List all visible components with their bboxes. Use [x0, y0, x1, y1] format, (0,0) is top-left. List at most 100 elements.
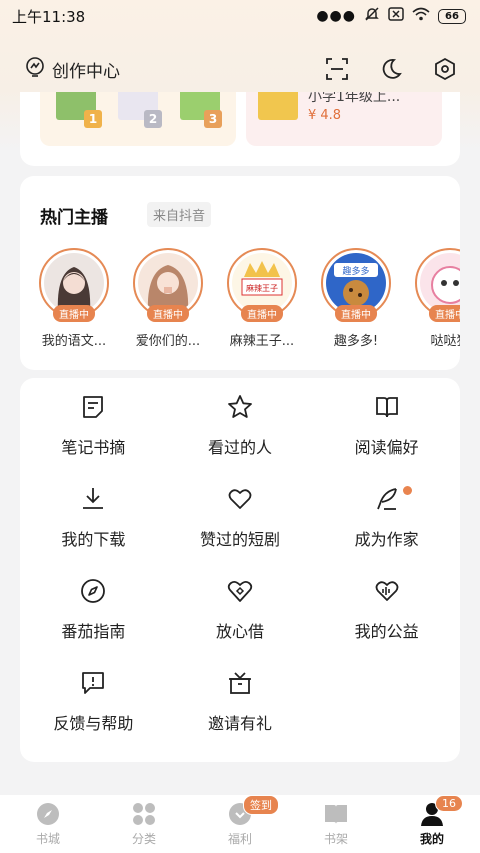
tab-label: 福利 [227, 832, 252, 846]
status-icons: ●●● 66 [316, 6, 466, 26]
live-badge: 直播中 [241, 305, 283, 322]
grid-icon [131, 801, 157, 827]
feature-become-writer[interactable]: 成为作家 [313, 486, 460, 549]
anchor-item[interactable]: 直播中 我的语文... [38, 248, 110, 349]
avatar: 麻辣王子 [232, 253, 292, 313]
more-dots-icon: ●●● [316, 8, 356, 24]
hot-anchors-card: 热门主播 来自抖音 直播中 我的语文... 直播中 爱你们的... 麻辣王子 直… [20, 176, 460, 370]
bulb-icon [24, 56, 46, 83]
rank-tag: 3 [204, 110, 222, 128]
top-header: 创作中心 [0, 48, 480, 90]
rank-tag: 1 [84, 110, 102, 128]
tab-mine[interactable]: 16 我的 [397, 795, 467, 847]
mute-bell-icon [364, 6, 380, 26]
settings-icon[interactable] [432, 56, 458, 82]
night-mode-icon[interactable] [378, 56, 404, 82]
feature-grid: 笔记书摘 看过的人 阅读偏好 我的下载 赞过的短剧 成为作家 番茄指南 放心借 … [20, 394, 460, 733]
anchor-name: 爱你们的... [135, 334, 201, 349]
feature-grid-card: 笔记书摘 看过的人 阅读偏好 我的下载 赞过的短剧 成为作家 番茄指南 放心借 … [20, 378, 460, 762]
star-icon [226, 394, 254, 420]
anchor-list: 直播中 我的语文... 直播中 爱你们的... 麻辣王子 直播中 麻辣王子... [38, 248, 460, 349]
book-open-icon [373, 394, 401, 420]
message-count-badge: 16 [435, 795, 463, 812]
anchor-name: 我的语文... [41, 334, 107, 349]
tab-label: 我的 [419, 832, 444, 846]
checkin-badge: 签到 [243, 795, 279, 815]
feature-viewers[interactable]: 看过的人 [167, 394, 314, 457]
compass-icon [79, 578, 107, 604]
feature-label: 反馈与帮助 [53, 714, 134, 733]
section-title: 热门主播 [40, 208, 108, 228]
avatar [420, 253, 460, 313]
creation-center-label: 创作中心 [52, 61, 120, 82]
feature-label: 阅读偏好 [354, 438, 419, 457]
bottom-tab-bar: 书城 分类 签到 福利 书架 16 我的 [0, 795, 480, 853]
tab-bookshelf[interactable]: 书架 [301, 801, 371, 847]
creation-center-button[interactable]: 创作中心 [24, 56, 120, 83]
live-badge: 直播中 [53, 305, 95, 322]
anchor-item[interactable]: 直播中 爱你们的... [132, 248, 204, 349]
book-cover [258, 92, 298, 120]
download-icon [79, 486, 107, 512]
avatar [138, 253, 198, 313]
anchor-name: 哒哒猫 [430, 334, 460, 349]
anchor-logo-text: 麻辣王子 [246, 283, 278, 293]
feature-invite[interactable]: 邀请有礼 [167, 670, 314, 733]
sim-off-icon [388, 7, 404, 25]
feature-label: 邀请有礼 [207, 714, 272, 733]
feedback-icon [79, 670, 107, 696]
tab-bookstore[interactable]: 书城 [13, 801, 83, 847]
bookshelf-icon [323, 801, 349, 827]
status-bar: 上午11:38 ●●● 66 [0, 0, 480, 32]
note-icon [79, 394, 107, 420]
gift-icon [226, 670, 254, 696]
quill-icon [373, 486, 401, 512]
tab-label: 书架 [323, 832, 348, 846]
anchor-logo-text: 趣多多 [342, 265, 369, 277]
feature-downloads[interactable]: 我的下载 [20, 486, 167, 549]
tab-rewards[interactable]: 签到 福利 [205, 795, 279, 847]
heart-pulse-icon [373, 578, 401, 604]
anchor-item[interactable]: 直播中 哒哒猫 [414, 248, 460, 349]
avatar: 趣多多 [326, 253, 386, 313]
battery-indicator: 66 [438, 8, 466, 24]
compass-icon [35, 801, 61, 827]
avatar [44, 253, 104, 313]
feature-liked-shorts[interactable]: 赞过的短剧 [167, 486, 314, 549]
feature-notes[interactable]: 笔记书摘 [20, 394, 167, 457]
source-tag: 来自抖音 [147, 202, 212, 227]
wifi-icon [412, 7, 430, 25]
feature-guide[interactable]: 番茄指南 [20, 578, 167, 641]
rank-tag: 2 [144, 110, 162, 128]
promo-book-set[interactable]: 1 2 3 [40, 92, 236, 146]
new-dot-badge [403, 486, 412, 495]
feature-label: 笔记书摘 [61, 438, 126, 457]
scan-icon[interactable] [324, 56, 350, 82]
tab-label: 书城 [35, 832, 60, 846]
anchor-name: 麻辣王子... [229, 334, 295, 349]
feature-label: 成为作家 [354, 530, 419, 549]
promo-card: 1 2 3 小学1年级上... ¥ 4.8 [20, 92, 460, 166]
promo-price: ¥ 4.8 [308, 108, 342, 123]
feature-label: 放心借 [215, 622, 264, 641]
anchor-item[interactable]: 趣多多 直播中 趣多多! [320, 248, 392, 349]
feature-label: 赞过的短剧 [199, 530, 280, 549]
live-badge: 直播中 [429, 305, 460, 322]
live-badge: 直播中 [147, 305, 189, 322]
promo-book-item[interactable]: 小学1年级上... ¥ 4.8 [246, 92, 442, 146]
feature-reading-pref[interactable]: 阅读偏好 [313, 394, 460, 457]
anchor-name: 趣多多! [333, 334, 379, 349]
anchor-item[interactable]: 麻辣王子 直播中 麻辣王子... [226, 248, 298, 349]
feature-label: 看过的人 [207, 438, 272, 457]
tab-category[interactable]: 分类 [109, 801, 179, 847]
heart-icon [226, 486, 254, 512]
promo-title: 小学1年级上... [308, 92, 401, 105]
feature-feedback[interactable]: 反馈与帮助 [20, 670, 167, 733]
diamond-heart-icon [226, 578, 254, 604]
feature-charity[interactable]: 我的公益 [313, 578, 460, 641]
feature-label: 我的公益 [354, 622, 419, 641]
feature-label: 番茄指南 [61, 622, 126, 641]
live-badge: 直播中 [335, 305, 377, 322]
feature-safe-borrow[interactable]: 放心借 [167, 578, 314, 641]
tab-label: 分类 [131, 832, 156, 846]
